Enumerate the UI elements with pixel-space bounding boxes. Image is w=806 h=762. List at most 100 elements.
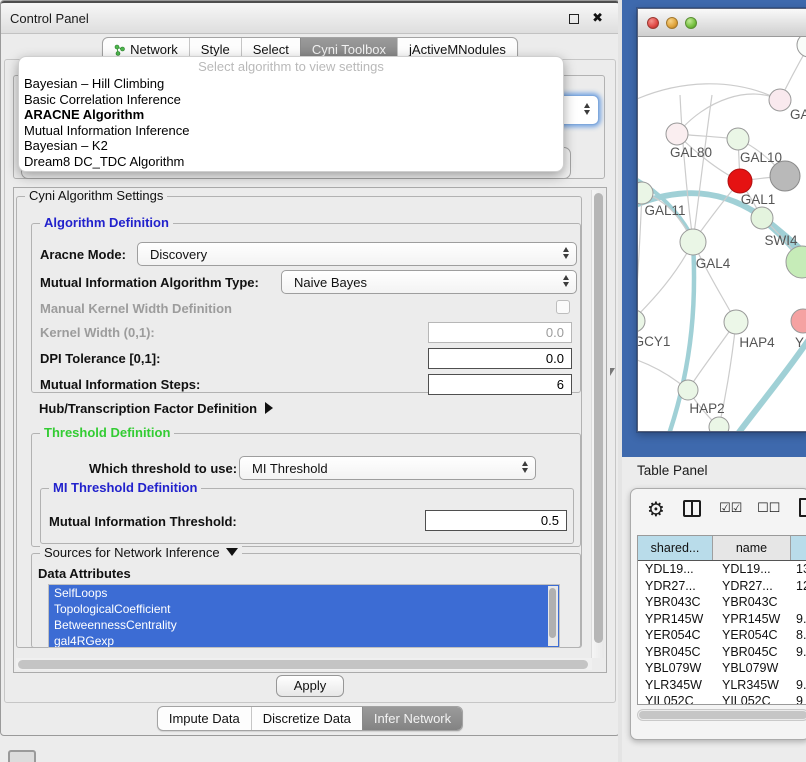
popup-item-basic-correlation[interactable]: Basic Correlation Inference: [19, 92, 563, 108]
cell-value: 12: [791, 578, 806, 595]
apply-button[interactable]: Apply: [276, 675, 344, 697]
node-gal1-red[interactable]: [728, 169, 752, 193]
which-threshold-combobox[interactable]: MI Threshold: [239, 456, 536, 480]
aracne-mode-value: Discovery: [150, 247, 207, 262]
aracne-mode-combobox[interactable]: Discovery: [137, 242, 577, 266]
cell-shared: YDR27...: [638, 578, 713, 595]
cyni-algorithm-settings-group: Cyni Algorithm Settings Algorithm Defini…: [16, 196, 582, 648]
mi-steps-field[interactable]: 6: [428, 374, 572, 395]
horizontal-scrollbar-thumb[interactable]: [18, 660, 588, 669]
table-row[interactable]: YDR27...YDR27...12: [638, 578, 806, 595]
close-icon[interactable]: ✖: [592, 10, 603, 26]
column-header-shared[interactable]: shared...: [638, 536, 713, 560]
popup-item-bayesian-k2[interactable]: Bayesian – K2: [19, 138, 563, 154]
vertical-scrollbar-thumb[interactable]: [594, 193, 603, 643]
list-item-gal4rgexp[interactable]: gal4RGexp: [49, 633, 559, 648]
node-table[interactable]: shared... name YDL19...YDL19...13 YDR27.…: [637, 535, 806, 705]
document-icon[interactable]: [799, 498, 806, 517]
column-header-name[interactable]: name: [713, 536, 791, 560]
checked-rows-icon[interactable]: ☑☑: [719, 500, 742, 516]
cell-shared: YLR345W: [638, 677, 713, 694]
column-header-clipped[interactable]: [791, 536, 806, 560]
mi-algorithm-type-value: Naive Bayes: [294, 275, 367, 290]
clipped-corner-icon[interactable]: [8, 750, 36, 762]
control-panel-titlebar[interactable]: Control Panel ✖: [1, 1, 619, 34]
tab-infer-network[interactable]: Infer Network: [362, 707, 462, 730]
manual-kernel-width-checkbox[interactable]: [556, 300, 570, 314]
node-gcy1[interactable]: [638, 310, 645, 332]
minimize-traffic-light-icon[interactable]: [666, 17, 678, 29]
table-panel-window: ⚙ ☑☑ ☐☐ shared... name YDL19...YDL19...1…: [630, 488, 806, 740]
list-item-selfloops[interactable]: SelfLoops: [49, 585, 559, 601]
node-gal80[interactable]: [666, 123, 688, 145]
horizontal-scrollbar[interactable]: [16, 658, 592, 670]
list-scrollbar-thumb[interactable]: [549, 588, 556, 638]
node-swi4[interactable]: [751, 207, 773, 229]
zoom-traffic-light-icon[interactable]: [685, 17, 697, 29]
network-view-window[interactable]: GAL GAL80 GAL10 GAL1 GAL11 SWI4 GAL4 GCY…: [637, 8, 806, 432]
kernel-width-field[interactable]: 0.0: [428, 322, 572, 343]
cell-shared: YIL052C: [638, 693, 713, 705]
table-row[interactable]: YDL19...YDL19...13: [638, 561, 806, 578]
table-row[interactable]: YBL079WYBL079W: [638, 660, 806, 677]
node-gal10[interactable]: [727, 128, 749, 150]
cell-shared: YPR145W: [638, 611, 713, 628]
which-threshold-value: MI Threshold: [252, 461, 328, 476]
aracne-mode-label: Aracne Mode:: [40, 247, 126, 262]
hub-definition-toggle[interactable]: Hub/Transcription Factor Definition: [39, 401, 273, 416]
data-attributes-list[interactable]: SelfLoops TopologicalCoefficient Between…: [48, 584, 560, 648]
table-row[interactable]: YER054CYER054C8.: [638, 627, 806, 644]
popup-item-bayesian-hill-climbing[interactable]: Bayesian – Hill Climbing: [19, 76, 563, 92]
cell-name: YDL19...: [713, 561, 791, 578]
threshold-definition-title: Threshold Definition: [40, 425, 174, 440]
node-big-green[interactable]: [786, 246, 806, 278]
table-row[interactable]: YPR145WYPR145W9.: [638, 611, 806, 628]
network-canvas[interactable]: GAL GAL80 GAL10 GAL1 GAL11 SWI4 GAL4 GCY…: [638, 37, 806, 431]
dpi-tolerance-field[interactable]: 0.0: [428, 348, 572, 369]
node-gray[interactable]: [770, 161, 800, 191]
gear-icon[interactable]: ⚙: [647, 497, 665, 522]
list-scrollbar[interactable]: [548, 586, 558, 646]
data-attributes-label: Data Attributes: [38, 566, 131, 581]
table-horizontal-scrollbar[interactable]: [637, 709, 806, 721]
table-row[interactable]: YLR345WYLR345W9.: [638, 677, 806, 694]
node-gal4[interactable]: [680, 229, 706, 255]
node-partial-bottom[interactable]: [709, 417, 729, 431]
tab-select-label: Select: [253, 42, 289, 57]
node-label-gcy1: GCY1: [638, 334, 670, 349]
split-columns-icon[interactable]: [683, 500, 701, 517]
node-gal-clipped[interactable]: [769, 89, 791, 111]
list-item-betweennesscentrality[interactable]: BetweennessCentrality: [49, 617, 559, 633]
which-threshold-label: Which threshold to use:: [89, 461, 237, 476]
mi-threshold-field[interactable]: 0.5: [425, 510, 567, 531]
cell-value: 9.: [791, 677, 806, 694]
node-hap4[interactable]: [724, 310, 748, 334]
float-window-icon[interactable]: [569, 14, 579, 24]
vertical-scrollbar[interactable]: [591, 190, 604, 658]
tab-discretize-data[interactable]: Discretize Data: [251, 707, 362, 730]
table-row[interactable]: YBR045CYBR045C9.: [638, 644, 806, 661]
hub-definition-label: Hub/Transcription Factor Definition: [39, 401, 257, 416]
node-label-hap4: HAP4: [739, 335, 775, 350]
tab-impute-data[interactable]: Impute Data: [158, 707, 251, 730]
table-row[interactable]: YIL052CYIL052C9: [638, 693, 806, 705]
node-partial-top[interactable]: [797, 37, 806, 57]
node-label-gal: GAL: [790, 107, 806, 122]
unchecked-rows-icon[interactable]: ☐☐: [757, 500, 780, 516]
close-traffic-light-icon[interactable]: [647, 17, 659, 29]
popup-item-mutual-information[interactable]: Mutual Information Inference: [19, 123, 563, 139]
node-salmon[interactable]: [791, 309, 806, 333]
bottom-tab-group: Impute Data Discretize Data Infer Networ…: [157, 706, 463, 731]
node-hap2[interactable]: [678, 380, 698, 400]
mi-algorithm-type-combobox[interactable]: Naive Bayes: [281, 270, 577, 294]
network-window-titlebar[interactable]: [638, 9, 806, 37]
popup-placeholder: Select algorithm to view settings: [19, 59, 563, 76]
table-row[interactable]: YBR043CYBR043C: [638, 594, 806, 611]
list-item-topologicalcoefficient[interactable]: TopologicalCoefficient: [49, 601, 559, 617]
mi-threshold-definition-group: MI Threshold Definition Mutual Informati…: [40, 488, 574, 544]
table-scrollbar-thumb[interactable]: [639, 711, 806, 719]
popup-item-aracne[interactable]: ARACNE Algorithm: [19, 107, 563, 123]
popup-item-dream8[interactable]: Dream8 DC_TDC Algorithm: [19, 154, 563, 170]
cell-value: 9.: [791, 644, 806, 661]
sources-title[interactable]: Sources for Network Inference: [40, 545, 242, 560]
